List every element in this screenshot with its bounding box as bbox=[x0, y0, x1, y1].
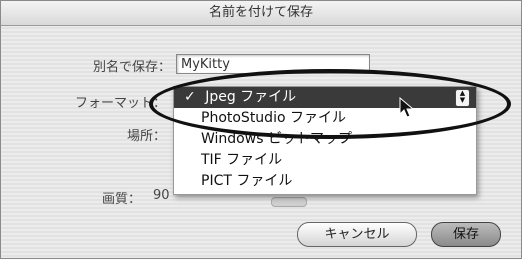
window-title: 名前を付けて保存 bbox=[1, 1, 521, 26]
location-label: 場所： bbox=[126, 129, 166, 144]
save-as-label: 別名で保存： bbox=[92, 60, 171, 75]
save-dialog: 名前を付けて保存 別名で保存： MyKitty フォーマット： 場所： ▴▾ 画… bbox=[0, 0, 522, 259]
mouse-pointer-icon bbox=[399, 97, 415, 118]
quality-value: 90 bbox=[153, 188, 170, 203]
menu-item-tif[interactable]: TIF ファイル bbox=[174, 150, 476, 171]
save-button[interactable]: 保存 bbox=[431, 222, 501, 247]
format-label: フォーマット： bbox=[74, 96, 166, 111]
popup-stepper-icon: ▲ ▼ bbox=[455, 89, 470, 107]
cancel-button[interactable]: キャンセル bbox=[297, 222, 417, 247]
menu-item-label: Jpeg ファイル bbox=[205, 89, 297, 105]
quality-label: 画質： bbox=[101, 192, 141, 207]
format-dropdown-menu: ✓ Jpeg ファイル ▲ ▼ PhotoStudio ファイル Windows … bbox=[173, 86, 477, 195]
quality-slider[interactable] bbox=[271, 197, 307, 207]
menu-item-photostudio[interactable]: PhotoStudio ファイル bbox=[174, 108, 476, 129]
check-mark-icon: ✓ bbox=[184, 89, 196, 105]
filename-field[interactable]: MyKitty bbox=[176, 54, 370, 74]
menu-item-pict[interactable]: PICT ファイル bbox=[174, 171, 476, 192]
menu-item-windows-bitmap[interactable]: Windows ビットマップ bbox=[174, 129, 476, 150]
menu-item-jpeg[interactable]: ✓ Jpeg ファイル ▲ ▼ bbox=[174, 87, 476, 108]
